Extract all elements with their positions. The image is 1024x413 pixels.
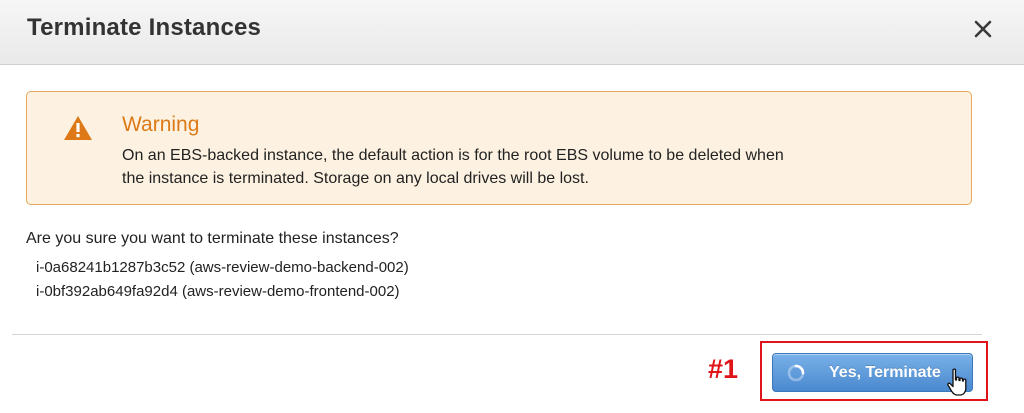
dialog-header: Terminate Instances <box>0 0 1024 65</box>
footer-divider <box>12 334 982 335</box>
warning-icon <box>64 116 92 140</box>
warning-message: On an EBS-backed instance, the default a… <box>122 144 952 190</box>
warning-message-line-2: the instance is terminated. Storage on a… <box>122 170 589 187</box>
instance-item: i-0a68241b1287b3c52 (aws-review-demo-bac… <box>36 259 409 276</box>
yes-terminate-button[interactable]: Yes, Terminate <box>772 353 973 392</box>
warning-box: Warning On an EBS-backed instance, the d… <box>26 91 972 205</box>
instance-item: i-0bf392ab649fa92d4 (aws-review-demo-fro… <box>36 283 400 300</box>
yes-terminate-label: Yes, Terminate <box>829 364 941 381</box>
close-icon <box>974 20 992 38</box>
hand-pointer-icon <box>947 368 967 396</box>
spinner-icon <box>787 364 805 382</box>
terminate-instances-dialog: Terminate Instances Warning On an EBS-ba… <box>0 0 1024 413</box>
warning-title: Warning <box>122 113 200 136</box>
warning-message-line-1: On an EBS-backed instance, the default a… <box>122 147 784 164</box>
confirmation-question: Are you sure you want to terminate these… <box>26 230 399 247</box>
close-button[interactable] <box>970 16 996 42</box>
dialog-title: Terminate Instances <box>27 14 262 41</box>
step-annotation-label: #1 <box>708 354 739 384</box>
